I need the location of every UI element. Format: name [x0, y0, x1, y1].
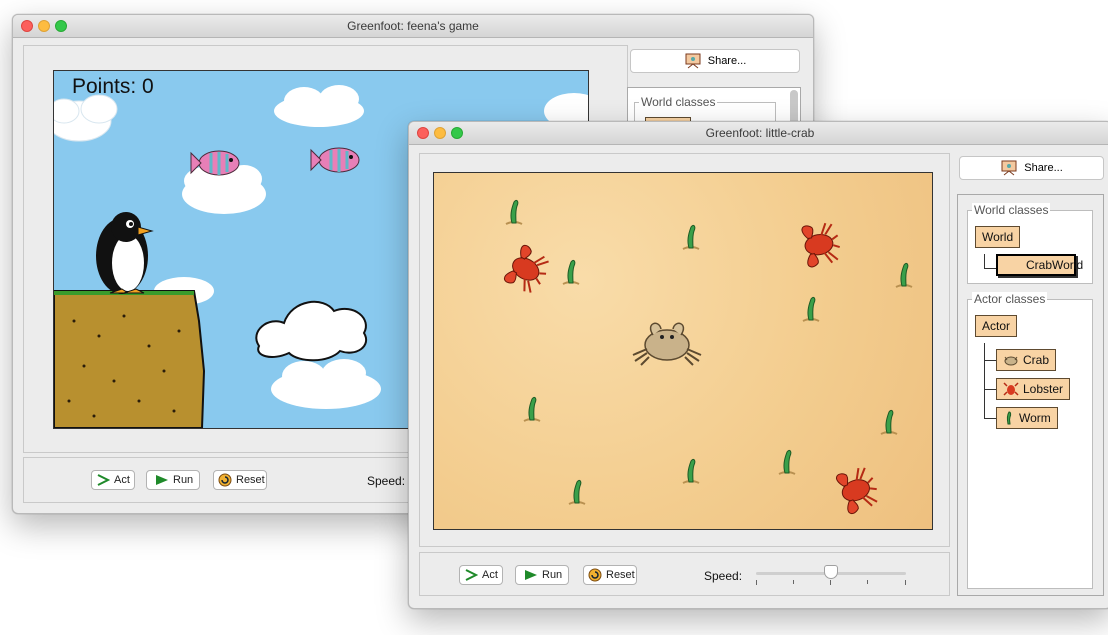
share-label: Share...	[707, 55, 747, 67]
act-button[interactable]: Act	[459, 565, 503, 585]
world-classes-label: World classes	[639, 95, 718, 109]
inheritance-line	[984, 268, 996, 269]
crab-class-label: Crab	[1023, 353, 1050, 367]
crab-class[interactable]: Crab	[996, 349, 1057, 371]
inheritance-line	[984, 343, 985, 419]
actor-classes-group: Actor classes Actor Crab Lobster Worm	[967, 292, 1093, 589]
slider-tick	[756, 580, 757, 585]
back-titlebar: Greenfoot: feena's game	[13, 15, 813, 38]
actor-classes-label: Actor classes	[972, 292, 1048, 306]
fish-sprite	[310, 147, 360, 173]
window-title: Greenfoot: little-crab	[705, 126, 815, 140]
share-label: Share...	[1024, 162, 1063, 174]
class-diagram: World classes World CrabWorld Actor clas…	[957, 194, 1104, 596]
reset-icon	[588, 568, 602, 582]
cloud	[255, 300, 367, 362]
worm-sprite	[505, 199, 523, 225]
worm-sprite	[778, 449, 796, 475]
lobster-sprite	[800, 219, 844, 269]
act-button[interactable]: Act	[91, 470, 135, 490]
crab-sprite	[632, 322, 702, 366]
worm-sprite	[895, 262, 913, 288]
act-icon	[97, 474, 110, 486]
run-icon	[525, 570, 537, 580]
slider-tick	[830, 580, 831, 585]
inheritance-line	[984, 418, 996, 419]
share-icon	[1001, 160, 1017, 176]
act-icon	[465, 569, 478, 581]
slider-tick	[793, 580, 794, 584]
actor-class[interactable]: Actor	[975, 315, 1018, 337]
worm-sprite	[880, 409, 898, 435]
run-button[interactable]: Run	[146, 470, 200, 490]
penguin-sprite	[96, 212, 154, 294]
cliff-sprite	[54, 290, 206, 428]
lobster-sprite	[834, 462, 883, 516]
worm-sprite	[682, 458, 700, 484]
worm-sprite	[523, 396, 541, 422]
reset-label: Reset	[236, 474, 265, 486]
slider-thumb[interactable]	[824, 565, 838, 579]
points-label: Points: 0	[72, 75, 154, 98]
front-titlebar: Greenfoot: little-crab	[409, 122, 1108, 145]
inheritance-line	[984, 254, 985, 268]
reset-button[interactable]: Reset	[583, 565, 637, 585]
share-icon	[685, 53, 701, 69]
window-title: Greenfoot: feena's game	[347, 19, 479, 33]
worm-icon	[1006, 411, 1012, 425]
lobster-sprite	[502, 242, 555, 298]
reset-button[interactable]: Reset	[213, 470, 267, 490]
cloud	[274, 85, 364, 127]
cloud	[54, 94, 118, 142]
lobster-class-label: Lobster	[1023, 382, 1064, 396]
worm-class-label: Worm	[1019, 411, 1051, 425]
lobster-icon	[1003, 382, 1019, 396]
world-classes-group: World classes World CrabWorld	[967, 203, 1093, 284]
act-label: Act	[482, 569, 498, 581]
run-button[interactable]: Run	[515, 565, 569, 585]
share-button[interactable]: Share...	[959, 156, 1104, 180]
run-icon	[156, 475, 168, 485]
worm-sprite	[562, 259, 580, 285]
speed-slider[interactable]	[756, 563, 906, 589]
reset-label: Reset	[606, 569, 635, 581]
speed-label: Speed:	[367, 474, 406, 488]
world-classes-label: World classes	[972, 203, 1051, 217]
cloud	[271, 359, 381, 409]
lobster-class[interactable]: Lobster	[996, 378, 1071, 400]
worm-sprite	[802, 296, 820, 322]
worm-sprite	[682, 224, 700, 250]
world-class[interactable]: World	[975, 226, 1021, 248]
act-label: Act	[114, 474, 130, 486]
slider-tick	[867, 580, 868, 584]
slider-tick	[905, 580, 906, 585]
control-bar: Act Run Reset Speed:	[419, 552, 950, 596]
world-panel	[419, 153, 950, 547]
world-scene	[502, 199, 913, 516]
crabworld-class[interactable]: CrabWorld	[996, 254, 1083, 276]
speed-label: Speed:	[704, 569, 743, 583]
crab-icon	[1004, 356, 1018, 366]
run-label: Run	[173, 474, 194, 486]
run-label: Run	[542, 569, 563, 581]
crab-world[interactable]	[433, 172, 933, 530]
inheritance-line	[984, 389, 996, 390]
share-button[interactable]: Share...	[630, 49, 800, 73]
worm-sprite	[568, 479, 586, 505]
worm-class[interactable]: Worm	[996, 407, 1058, 429]
inheritance-line	[984, 360, 996, 361]
front-window: Greenfoot: little-crab Share... World cl…	[408, 121, 1108, 609]
reset-icon	[218, 473, 232, 487]
